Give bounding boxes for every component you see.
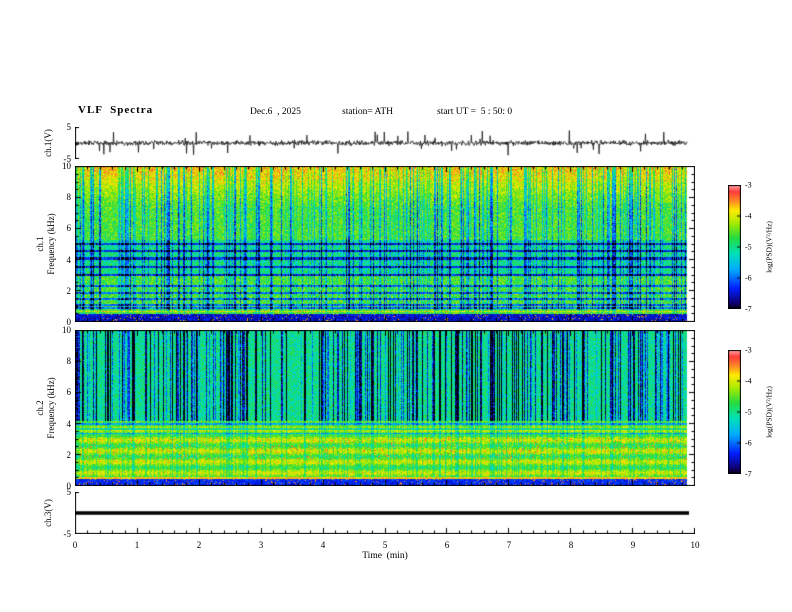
x-tick-label: 5 [382,540,388,550]
x-tick-label: 9 [630,540,636,550]
x-tick-label: 3 [258,540,264,550]
x-tick-label: 6 [444,540,450,550]
ch3v-ytick-label: 5 [66,487,72,497]
x-tick-label: 8 [568,540,574,550]
ch2-spec-axis-label: ch.2 Frequency (kHz) [35,377,57,438]
x-tick-label: 0 [72,540,78,550]
date-label: Dec.6 , 2025 [250,107,301,117]
ch1-spectrogram-plot [75,166,695,322]
ch2-spectrogram-plot [75,330,695,486]
spec1-ytick-label: 4 [66,254,72,265]
x-tick-label: 10 [690,540,700,550]
colorbar-ch2 [728,350,741,474]
colorbar2-tick-label: -6 [745,438,752,448]
spec1-ytick-label: 10 [62,161,71,171]
spec2-ytick-label: 6 [66,387,72,398]
vlf-spectra-figure: VLF Spectra Dec.6 , 2025 station= ATH st… [0,0,792,612]
spec2-ytick-label: 10 [62,325,71,335]
colorbar2-tick-label: -4 [745,376,752,386]
colorbar1-tick-label: -3 [745,180,752,190]
ch1v-axis-label: ch.1(V) [43,129,53,157]
ch2-spec-axis-label-line2: Frequency (kHz) [46,377,56,439]
start-ut-label: start UT = 5 : 50: 0 [437,107,513,117]
colorbar1-label: log(PSD)(V²/Hz) [764,221,774,273]
colorbar1-tick-label: -5 [745,242,752,252]
ch1-spec-axis-label-line2: Frequency (kHz) [46,213,56,275]
colorbar1-tick-label: -7 [745,304,752,314]
colorbar1-tick-label: -6 [745,273,752,283]
colorbar2-tick-label: -5 [745,407,752,417]
x-tick-label: 1 [134,540,140,550]
colorbar1-tick-label: -4 [745,211,752,221]
spec1-ytick-label: 8 [66,192,72,203]
x-tick-label: 7 [506,540,512,550]
station-label: station= ATH [342,107,394,117]
spec2-ytick-label: 4 [66,418,72,429]
ch1v-ytick-label: 5 [66,122,72,132]
spec2-ytick-label: 2 [66,449,72,460]
spec1-ytick-label: 2 [66,285,72,296]
spec1-ytick-label: 6 [66,223,72,234]
x-tick-label: 2 [196,540,202,550]
spec2-ytick-label: 8 [66,356,72,367]
ch3v-ytick-label: -5 [63,529,72,539]
ch3v-axis-label: ch.3(V) [43,499,53,527]
ch2-spec-axis-label-line1: ch.2 [35,400,45,416]
x-axis-label: Time (min) [362,551,408,561]
figure-title: VLF Spectra [78,104,154,116]
colorbar2-tick-label: -7 [745,469,752,479]
colorbar-ch1 [728,185,741,309]
ch3-waveform-plot [75,492,695,534]
colorbar2-label: log(PSD)(V²/Hz) [764,386,774,438]
colorbar2-tick-label: -3 [745,345,752,355]
ch1-spec-axis-label: ch.1 Frequency (kHz) [35,213,57,274]
ch1-spec-axis-label-line1: ch.1 [35,236,45,252]
ch1-waveform-plot [75,127,695,159]
x-tick-label: 4 [320,540,326,550]
